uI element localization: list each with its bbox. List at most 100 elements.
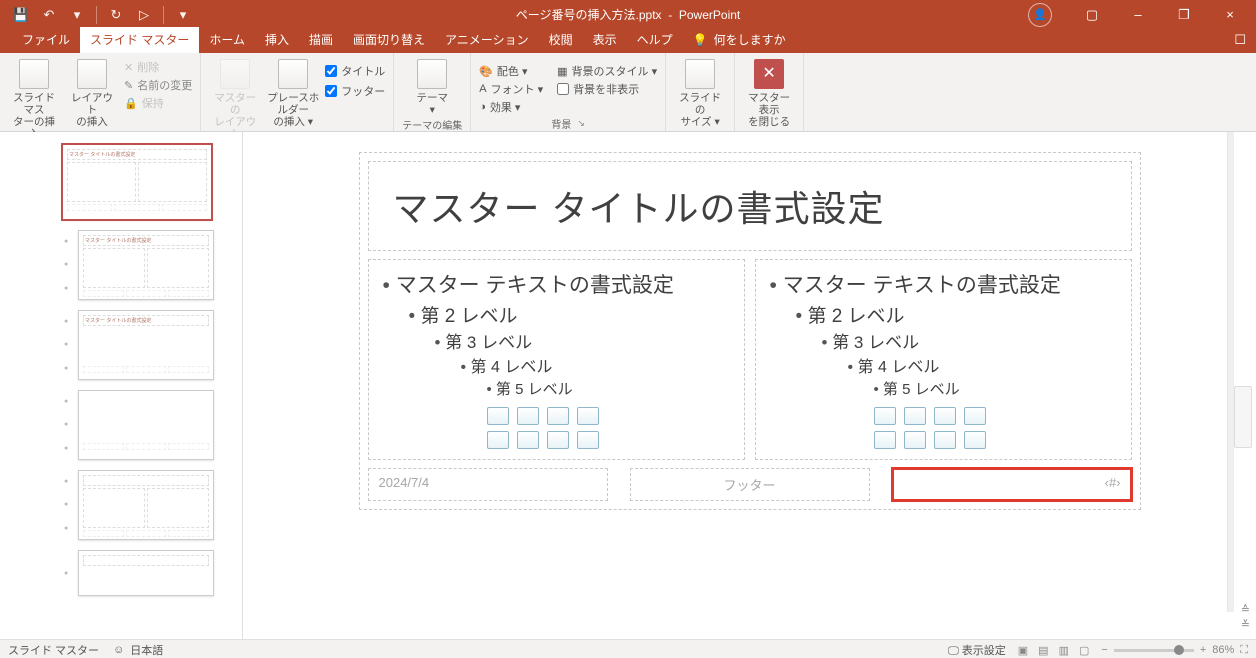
slide-edit-area[interactable]: ≙ ≚ マスター タイトルの書式設定 マスター テキストの書式設定 第 2 レベ… <box>243 132 1256 639</box>
table-icon[interactable] <box>487 407 509 425</box>
zoom-level[interactable]: 86% <box>1212 644 1234 656</box>
minimize-button[interactable]: – <box>1116 0 1160 29</box>
display-settings-button[interactable]: 🖵 表示設定 <box>948 642 1006 658</box>
layout-thumbnail[interactable]: ● <box>0 550 242 596</box>
close-icon: ✕ <box>754 59 784 89</box>
picture-icon[interactable] <box>874 431 896 449</box>
content-placeholder-right[interactable]: マスター テキストの書式設定 第 2 レベル 第 3 レベル 第 4 レベル 第… <box>755 259 1132 460</box>
ribbon-tabs: ファイル スライド マスター ホーム 挿入 描画 画面切り替え アニメーション … <box>0 29 1256 53</box>
insert-placeholder-button[interactable]: プレースホルダー の挿入 ▾ <box>267 55 319 128</box>
normal-view-button[interactable]: ▣ <box>1016 644 1030 657</box>
vertical-scrollbar[interactable] <box>1234 386 1252 448</box>
hide-bg-checkbox[interactable]: 背景を非表示 <box>557 81 657 97</box>
checkbox-title[interactable]: タイトル <box>325 63 385 79</box>
next-slide-button[interactable]: ≚ <box>1241 618 1250 631</box>
video-icon[interactable] <box>934 431 956 449</box>
zoom-out-button[interactable]: − <box>1101 644 1107 656</box>
qat-more-button[interactable]: ▾ <box>170 2 196 28</box>
zoom-in-button[interactable]: + <box>1200 644 1206 656</box>
slide-number-placeholder[interactable]: ‹#› <box>892 468 1132 501</box>
fit-button[interactable]: ⛶ <box>1240 644 1248 657</box>
layout-thumbnail[interactable]: ●●● マスター タイトルの書式設定 <box>0 310 242 380</box>
fonts-button[interactable]: A フォント ▾ <box>479 81 543 97</box>
group-close: ✕マスター表示 を閉じる 閉じる <box>735 53 804 131</box>
tab-view[interactable]: 表示 <box>583 27 627 53</box>
tab-home[interactable]: ホーム <box>199 27 255 53</box>
chart-icon[interactable] <box>517 407 539 425</box>
content-placeholder-left[interactable]: マスター テキストの書式設定 第 2 レベル 第 3 レベル 第 4 レベル 第… <box>368 259 745 460</box>
view-buttons: ▣ ▤ ▥ ▢ <box>1016 644 1092 657</box>
footer-placeholder[interactable]: フッター <box>630 468 870 501</box>
layout-thumbnail[interactable]: ●●● <box>0 390 242 460</box>
content-insert-icons <box>383 407 730 449</box>
tab-review[interactable]: 校閲 <box>539 27 583 53</box>
undo-button[interactable]: ↶ <box>36 2 62 28</box>
tab-file[interactable]: ファイル <box>12 27 80 53</box>
3d-icon[interactable] <box>964 407 986 425</box>
effects-button[interactable]: ◑ 効果 ▾ <box>479 99 543 115</box>
3d-icon[interactable] <box>577 407 599 425</box>
reading-view-button[interactable]: ▥ <box>1057 644 1071 657</box>
close-window-button[interactable]: × <box>1208 0 1252 29</box>
group-master-layout: マスターの レイアウト プレースホルダー の挿入 ▾ タイトル フッター マスタ… <box>201 53 394 131</box>
undo-menu[interactable]: ▾ <box>64 2 90 28</box>
insert-slide-master-button[interactable]: スライド マス ターの挿入 <box>8 55 60 140</box>
group-master-edit: スライド マス ターの挿入 レイアウト の挿入 ✕ 削除 ✎ 名前の変更 🔒 保… <box>0 53 201 131</box>
save-button[interactable]: 💾 <box>8 2 34 28</box>
rename-button[interactable]: ✎ 名前の変更 <box>124 77 192 93</box>
restore-button[interactable]: ❐ <box>1162 0 1206 29</box>
delete-layout-button: ✕ 削除 <box>124 59 192 75</box>
picture-icon[interactable] <box>487 431 509 449</box>
slide-size-button[interactable]: スライドの サイズ ▾ <box>674 55 726 128</box>
title-placeholder[interactable]: マスター タイトルの書式設定 <box>368 161 1132 251</box>
tab-draw[interactable]: 描画 <box>299 27 343 53</box>
stage-controls: ≙ ≚ <box>1241 603 1250 631</box>
lang-icon[interactable]: ☺ <box>113 644 124 656</box>
close-master-view-button[interactable]: ✕マスター表示 を閉じる <box>743 55 795 128</box>
group-label: 背景↘ <box>551 115 585 133</box>
master-thumbnail[interactable]: ●●● マスター タイトルの書式設定 <box>0 144 242 220</box>
tab-slide-master[interactable]: スライド マスター <box>80 27 199 53</box>
smartart-icon[interactable] <box>547 407 569 425</box>
layout-thumbnail[interactable]: ●●● マスター タイトルの書式設定 <box>0 230 242 300</box>
tell-me[interactable]: 💡 何をしますか <box>683 28 796 53</box>
online-pic-icon[interactable] <box>904 431 926 449</box>
date-placeholder[interactable]: 2024/7/4 <box>368 468 608 501</box>
bulb-icon: 💡 <box>693 33 708 47</box>
icon-icon[interactable] <box>964 431 986 449</box>
smartart-icon[interactable] <box>934 407 956 425</box>
layout-thumbnail[interactable]: ●●● <box>0 470 242 540</box>
tab-animations[interactable]: アニメーション <box>435 27 539 53</box>
zoom-control: − + 86% ⛶ <box>1101 644 1248 657</box>
table-icon[interactable] <box>874 407 896 425</box>
bg-styles-button[interactable]: ▦ 背景のスタイル ▾ <box>557 63 657 79</box>
themes-button[interactable]: テーマ ▾ <box>406 55 458 116</box>
colors-button[interactable]: 🎨 配色 ▾ <box>479 63 543 79</box>
scrollbar-track[interactable] <box>1227 132 1234 612</box>
thumbnail-pane[interactable]: ●●● マスター タイトルの書式設定 ●●● マスター タイトルの書式設定 ●●… <box>0 132 243 639</box>
sorter-view-button[interactable]: ▤ <box>1036 644 1050 657</box>
checkbox-footers[interactable]: フッター <box>325 83 385 99</box>
share-button[interactable]: ☐ <box>1234 32 1246 48</box>
window-controls: 👤 ▢ – ❐ × <box>1028 0 1256 29</box>
title-bar: 💾 ↶ ▾ ↻ ▷ ▾ ページ番号の挿入方法.pptx - PowerPoint… <box>0 0 1256 29</box>
start-slideshow-button[interactable]: ▷ <box>131 2 157 28</box>
slideshow-view-button[interactable]: ▢ <box>1077 644 1091 657</box>
status-mode: スライド マスター <box>8 642 99 658</box>
bg-dialog-launcher[interactable]: ↘ <box>577 118 585 129</box>
icon-icon[interactable] <box>577 431 599 449</box>
tab-insert[interactable]: 挿入 <box>255 27 299 53</box>
account-button[interactable]: 👤 <box>1028 3 1052 27</box>
video-icon[interactable] <box>547 431 569 449</box>
status-language[interactable]: 日本語 <box>130 642 163 658</box>
redo-button[interactable]: ↻ <box>103 2 129 28</box>
ribbon-display-button[interactable]: ▢ <box>1070 0 1114 29</box>
tab-help[interactable]: ヘルプ <box>627 27 683 53</box>
prev-slide-button[interactable]: ≙ <box>1241 603 1250 616</box>
chart-icon[interactable] <box>904 407 926 425</box>
online-pic-icon[interactable] <box>517 431 539 449</box>
insert-layout-button[interactable]: レイアウト の挿入 <box>66 55 118 128</box>
slide-master-canvas[interactable]: マスター タイトルの書式設定 マスター テキストの書式設定 第 2 レベル 第 … <box>359 152 1141 510</box>
tab-transitions[interactable]: 画面切り替え <box>343 27 435 53</box>
zoom-slider[interactable] <box>1114 649 1194 652</box>
